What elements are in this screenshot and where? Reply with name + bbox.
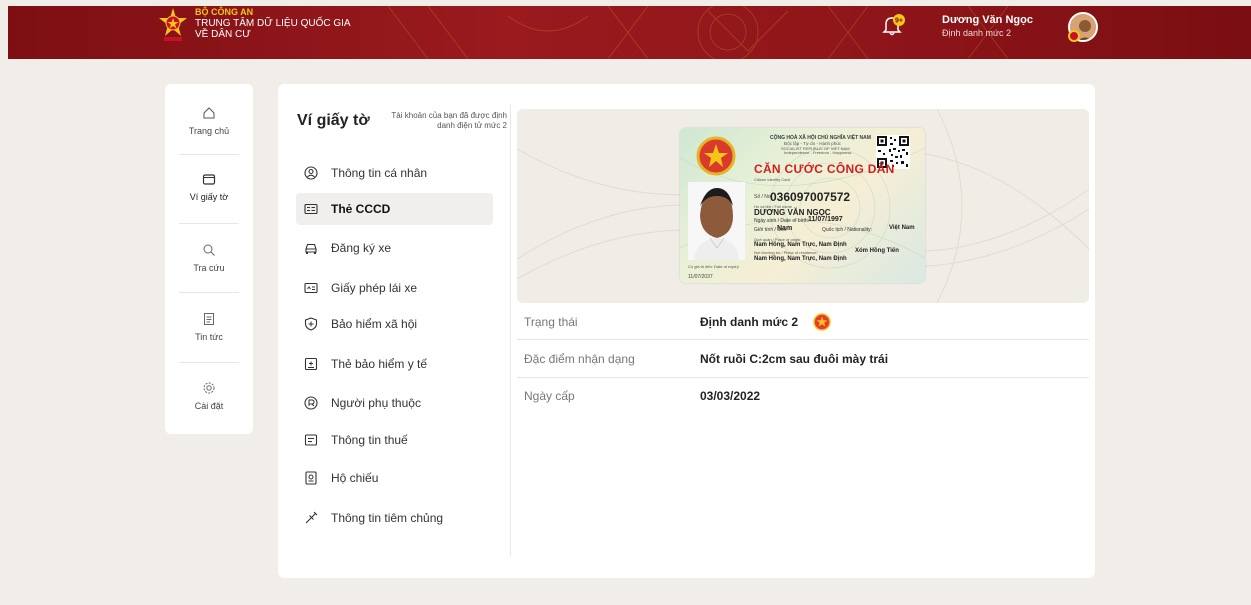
menu-label: Đăng ký xe	[331, 241, 392, 255]
menu-label: Giấy phép lái xe	[331, 281, 418, 295]
panel-divider	[510, 104, 511, 556]
card-title: CĂN CƯỚC CÔNG DÂN	[754, 162, 895, 176]
settings-icon	[203, 382, 215, 394]
menu-label: Thẻ bảo hiểm y tế	[331, 357, 428, 371]
nationality-value: Việt Nam	[889, 225, 915, 231]
menu-label: Hộ chiếu	[331, 471, 379, 485]
nav-divider	[179, 362, 239, 363]
verification-note: Tài khoản của bạn đã được định danh điện…	[391, 111, 507, 130]
id-card-icon	[304, 203, 318, 215]
tax-icon	[304, 434, 318, 446]
expiry-value: 11/07/2037	[688, 274, 713, 280]
health-card-icon	[304, 357, 318, 371]
notification-bell-icon[interactable]: 9+	[880, 12, 906, 38]
nav-lookup[interactable]: Tra cứu	[165, 243, 253, 273]
row-divider	[517, 377, 1089, 378]
passport-icon	[305, 471, 317, 485]
menu-label: Bảo hiểm xã hội	[331, 317, 418, 331]
issue-date-value: 03/03/2022	[700, 389, 761, 403]
residence-label: Nơi thường trú / Place of residence:	[754, 250, 818, 255]
car-icon	[305, 243, 317, 254]
nav-news-label: Tin tức	[195, 332, 223, 342]
notification-count: 9+	[895, 18, 903, 25]
origin-value: Nam Hồng, Nam Trực, Nam Định	[754, 242, 847, 248]
citizen-id-card-image[interactable]: CỘNG HOÀ XÃ HỘI CHỦ NGHĨA VIỆT NAM Độc l…	[680, 128, 925, 283]
residence-value-2: Nam Hồng, Nam Trực, Nam Định	[754, 256, 847, 262]
menu-vehicle-registration[interactable]: Đăng ký xe	[296, 232, 493, 264]
menu-health-insurance[interactable]: Thẻ bảo hiểm y tế	[296, 348, 493, 380]
dob-label: Ngày sinh / Date of birth:	[754, 218, 810, 224]
driver-license-icon	[304, 282, 318, 294]
nationality-label: Quốc tịch / Nationality:	[822, 227, 873, 233]
organization-name: BỘ CÔNG AN TRUNG TÂM DỮ LIỆU QUỐC GIA VỀ…	[195, 7, 351, 40]
nav-lookup-label: Tra cứu	[193, 263, 225, 273]
nav-divider	[179, 223, 239, 224]
user-name: Dương Văn Ngọc	[942, 14, 1033, 26]
nav-home[interactable]: Trang chủ	[165, 106, 253, 136]
menu-vaccination-info[interactable]: Thông tin tiêm chủng	[296, 502, 493, 534]
menu-social-insurance[interactable]: Bảo hiểm xã hội	[296, 308, 493, 340]
user-info[interactable]: Dương Văn Ngọc Định danh mức 2	[942, 14, 1033, 38]
avatar-badge-icon	[1068, 30, 1080, 42]
nav-news[interactable]: Tin tức	[165, 312, 253, 342]
nav-settings-label: Cài đặt	[194, 401, 224, 411]
verified-level-badge-icon	[813, 313, 831, 331]
residence-value-1: Xóm Hồng Tiến	[855, 248, 899, 254]
shield-plus-icon	[304, 317, 318, 331]
dependent-icon	[304, 396, 318, 410]
card-header-4: Independence - Freedom - Happiness	[784, 150, 852, 155]
page-title: Ví giấy tờ	[297, 112, 370, 129]
card-subtitle: Citizen Identity Card	[754, 177, 791, 182]
nav-settings[interactable]: Cài đặt	[165, 381, 253, 411]
search-icon	[203, 244, 215, 256]
identifying-feature-value: Nốt ruồi C:2cm sau đuôi mày trái	[700, 352, 889, 366]
police-emblem-logo[interactable]	[158, 7, 188, 43]
menu-citizen-id-card[interactable]: Thẻ CCCD	[296, 193, 493, 225]
status-label: Trạng thái	[524, 315, 578, 329]
news-icon	[204, 313, 214, 325]
wallet-icon	[202, 174, 216, 185]
status-value: Định danh mức 2	[700, 315, 799, 329]
card-number: 036097007572	[770, 190, 851, 204]
menu-label: Thông tin cá nhân	[331, 166, 428, 180]
nav-home-label: Trang chủ	[188, 126, 230, 136]
menu-dependents[interactable]: Người phụ thuộc	[296, 387, 493, 419]
identifying-feature-label: Đặc điểm nhận dạng	[524, 352, 635, 366]
menu-label: Thông tin thuế	[331, 433, 408, 447]
menu-tax-info[interactable]: Thông tin thuế	[296, 424, 493, 456]
menu-personal-info[interactable]: Thông tin cá nhân	[296, 157, 493, 189]
user-circle-icon	[304, 166, 318, 180]
portrait-photo	[688, 182, 745, 260]
menu-label: Người phụ thuộc	[331, 396, 421, 410]
menu-driver-license[interactable]: Giấy phép lái xe	[296, 272, 493, 304]
menu-passport[interactable]: Hộ chiếu	[296, 462, 493, 494]
user-level: Định danh mức 2	[942, 28, 1012, 38]
national-emblem-icon	[696, 136, 736, 176]
dob-value: 11/07/1997	[808, 216, 843, 223]
nav-divider	[179, 292, 239, 293]
row-divider	[517, 339, 1089, 340]
nav-wallet-label: Ví giấy tờ	[189, 192, 229, 202]
sex-value: Nam	[777, 225, 793, 232]
syringe-icon	[305, 511, 318, 524]
issue-date-label: Ngày cấp	[524, 389, 575, 403]
menu-label: Thẻ CCCD	[331, 202, 391, 216]
menu-label: Thông tin tiêm chủng	[331, 511, 444, 525]
nav-wallet[interactable]: Ví giấy tờ	[165, 172, 253, 202]
org-line-3: VỀ DÂN CƯ	[195, 29, 251, 40]
expiry-label: Có giá trị đến: Date of expiry	[688, 264, 739, 269]
org-line-1: BỘ CÔNG AN	[195, 7, 254, 17]
org-line-2: TRUNG TÂM DỮ LIỆU QUỐC GIA	[195, 18, 351, 29]
portrait-image	[688, 182, 745, 260]
nav-divider	[179, 154, 239, 155]
home-icon	[203, 107, 215, 119]
